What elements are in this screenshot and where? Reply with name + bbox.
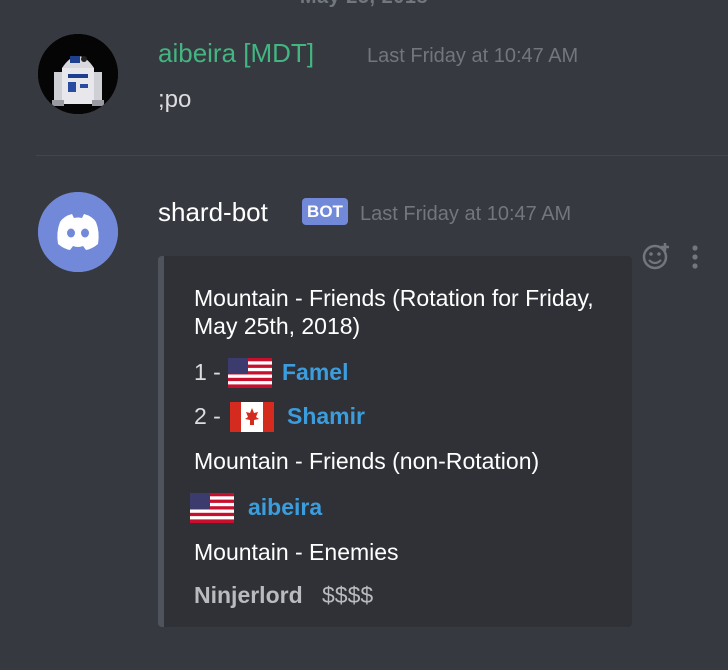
enemy-value: $$$$ (322, 582, 374, 608)
non-rotation-heading: Mountain - Friends (non-Rotation) (194, 448, 540, 474)
author-name[interactable]: aibeira [MDT] (158, 38, 314, 69)
r2d2-avatar-image (38, 34, 118, 114)
enemy-name: Ninjerlord (194, 582, 303, 608)
avatar-shard-bot[interactable] (38, 192, 118, 272)
player-link[interactable]: Famel (282, 359, 348, 386)
more-vertical-icon[interactable] (688, 244, 702, 270)
message-divider (36, 155, 728, 156)
date-divider-text: May 25, 2018 (300, 0, 428, 8)
player-link[interactable]: Shamir (287, 403, 365, 430)
avatar-aibeira[interactable] (38, 34, 118, 114)
message-timestamp: Last Friday at 10:47 AM (360, 203, 572, 225)
embed-title: Mountain - Friends (Rotation for Friday,… (194, 285, 594, 339)
add-reaction-icon[interactable] (641, 241, 671, 271)
author-name[interactable]: shard-bot (158, 197, 268, 228)
message-timestamp: Last Friday at 10:47 AM (367, 45, 579, 67)
player-link[interactable]: aibeira (248, 494, 322, 521)
us-flag-icon (228, 358, 272, 388)
enemies-heading: Mountain - Enemies (194, 539, 399, 565)
us-flag-icon (190, 493, 234, 523)
date-divider: May 25, 2018 (0, 0, 728, 8)
rank-label: 2 - (194, 403, 221, 429)
rank-label: 1 - (194, 359, 221, 385)
message-content: ;po (158, 86, 192, 113)
canada-flag-icon (230, 402, 274, 432)
discord-logo-icon (38, 192, 118, 272)
bot-badge: BOT (302, 198, 348, 225)
embed-card: Mountain - Friends (Rotation for Friday,… (158, 256, 632, 627)
